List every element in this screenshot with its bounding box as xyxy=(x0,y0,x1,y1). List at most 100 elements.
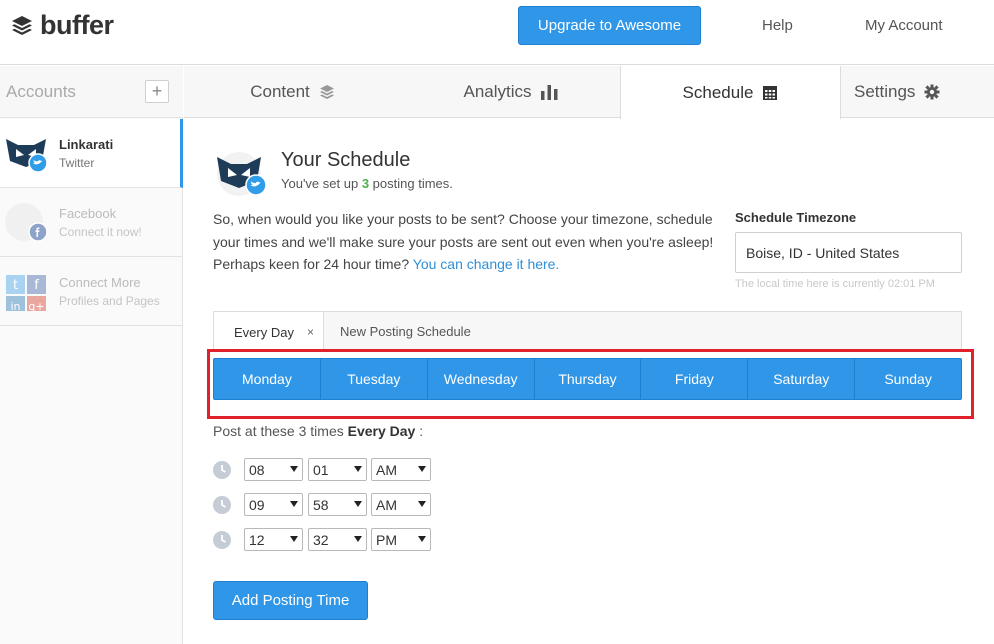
schedule-intro: So, when would you like your posts to be… xyxy=(213,208,718,276)
chevron-down-icon xyxy=(418,466,426,472)
hour-value: 09 xyxy=(249,496,265,513)
account-connect-hint: Connect it now! xyxy=(59,225,142,239)
add-posting-time-button[interactable]: Add Posting Time xyxy=(213,581,368,620)
accounts-header: Accounts + xyxy=(0,66,183,118)
brand-name: buffer xyxy=(40,10,114,40)
day-button-thursday[interactable]: Thursday xyxy=(535,359,642,399)
sidebar-item-linkarati[interactable]: Linkarati Twitter xyxy=(0,119,183,188)
timezone-label: Schedule Timezone xyxy=(735,210,857,225)
day-button-tuesday[interactable]: Tuesday xyxy=(321,359,428,399)
hour-select[interactable]: 12 xyxy=(244,528,303,551)
hour-select[interactable]: 08 xyxy=(244,458,303,481)
day-button-monday[interactable]: Monday xyxy=(214,359,321,399)
clock-icon[interactable] xyxy=(213,531,231,549)
posting-count: 3 xyxy=(361,176,370,191)
minute-select[interactable]: 58 xyxy=(308,493,367,516)
summary-suffix: posting times. xyxy=(372,176,453,191)
chevron-down-icon xyxy=(418,536,426,542)
chevron-down-icon xyxy=(354,536,362,542)
sidebar-item-facebook[interactable]: Facebook Connect it now! xyxy=(0,188,183,257)
chevron-down-icon xyxy=(354,501,362,507)
schedule-tab-every-day[interactable]: Every Day × xyxy=(214,312,324,352)
chevron-down-icon xyxy=(290,501,298,507)
ampm-select[interactable]: AM xyxy=(371,458,431,481)
svg-text:t: t xyxy=(13,278,18,293)
ampm-select[interactable]: AM xyxy=(371,493,431,516)
account-network: Twitter xyxy=(59,156,95,170)
posting-schedule-tabs: Every Day × New Posting Schedule xyxy=(213,311,962,352)
tab-label: Schedule xyxy=(682,82,754,102)
tab-settings[interactable]: Settings xyxy=(841,66,994,118)
posting-times-label: Post at these 3 times Every Day : xyxy=(213,423,423,439)
schedule-summary: You've set up 3 posting times. xyxy=(281,176,453,191)
top-bar: buffer Upgrade to Awesome Help My Accoun… xyxy=(0,0,994,65)
summary-prefix: You've set up xyxy=(281,176,359,191)
day-button-friday[interactable]: Friday xyxy=(641,359,749,399)
social-networks-icon: t f in g+ xyxy=(6,275,46,311)
hour-value: 12 xyxy=(249,531,265,548)
minute-select[interactable]: 01 xyxy=(308,458,367,481)
my-account-link[interactable]: My Account xyxy=(865,17,943,34)
chevron-down-icon xyxy=(290,536,298,542)
account-name: Connect More xyxy=(59,275,141,290)
timezone-input[interactable]: Boise, ID - United States xyxy=(735,232,962,273)
clock-icon[interactable] xyxy=(213,496,231,514)
tab-label: Analytics xyxy=(463,82,532,101)
time-row: 12 32 PM xyxy=(213,528,453,552)
tab-label: Settings xyxy=(854,82,916,101)
change-hour-format-link[interactable]: You can change it here. xyxy=(413,256,560,272)
hour-format-prompt: Perhaps keen for 24 hour time? xyxy=(213,256,410,272)
add-account-button[interactable]: + xyxy=(145,80,169,103)
ampm-value: AM xyxy=(376,461,397,478)
account-name: Linkarati xyxy=(59,137,114,152)
day-button-sunday[interactable]: Sunday xyxy=(855,359,961,399)
svg-text:f: f xyxy=(34,278,39,293)
minute-value: 58 xyxy=(313,496,329,513)
gear-icon xyxy=(924,84,940,100)
new-posting-schedule-tab[interactable]: New Posting Schedule xyxy=(340,312,471,351)
close-icon[interactable]: × xyxy=(307,325,314,339)
day-selector: Monday Tuesday Wednesday Thursday Friday… xyxy=(213,358,962,400)
tab-analytics[interactable]: Analytics xyxy=(401,66,620,118)
sidebar-item-connect-more[interactable]: t f in g+ Connect More Profiles and Page… xyxy=(0,257,183,326)
schedule-tab-label: Every Day xyxy=(234,324,294,340)
help-link[interactable]: Help xyxy=(762,17,793,34)
posting-times-suffix: : xyxy=(419,423,424,439)
chevron-down-icon xyxy=(354,466,362,472)
hour-value: 08 xyxy=(249,461,265,478)
minute-value: 01 xyxy=(313,461,329,478)
minute-value: 32 xyxy=(313,531,329,548)
tab-schedule[interactable]: Schedule xyxy=(620,66,841,119)
bar-chart-icon xyxy=(540,84,558,100)
account-sub: Profiles and Pages xyxy=(59,294,160,308)
chevron-down-icon xyxy=(418,501,426,507)
intro-text: So, when would you like your posts to be… xyxy=(213,211,714,250)
posting-times-prefix: Post at these 3 times xyxy=(213,423,344,439)
buffer-logo-icon xyxy=(12,15,32,35)
local-time-note: The local time here is currently 02:01 P… xyxy=(735,278,935,290)
buffer-logo[interactable]: buffer xyxy=(10,10,114,41)
svg-text:in: in xyxy=(10,300,20,311)
time-row: 08 01 AM xyxy=(213,458,453,482)
svg-text:g+: g+ xyxy=(28,300,44,311)
day-button-saturday[interactable]: Saturday xyxy=(748,359,856,399)
upgrade-button[interactable]: Upgrade to Awesome xyxy=(518,6,701,45)
tab-label: Content xyxy=(250,82,310,101)
ampm-select[interactable]: PM xyxy=(371,528,431,551)
time-row: 09 58 AM xyxy=(213,493,453,517)
tab-content[interactable]: Content xyxy=(184,66,401,118)
clock-icon[interactable] xyxy=(213,461,231,479)
chevron-down-icon xyxy=(290,466,298,472)
main-tabs: Content Analytics Schedule Settings xyxy=(184,66,994,119)
minute-select[interactable]: 32 xyxy=(308,528,367,551)
hour-select[interactable]: 09 xyxy=(244,493,303,516)
account-name: Facebook xyxy=(59,206,117,221)
profile-avatar xyxy=(217,152,267,196)
day-button-wednesday[interactable]: Wednesday xyxy=(428,359,535,399)
accounts-title: Accounts xyxy=(6,82,76,101)
calendar-icon xyxy=(762,85,778,101)
ampm-value: PM xyxy=(376,531,397,548)
posting-times-day: Every Day xyxy=(347,423,416,439)
owl-avatar-icon xyxy=(6,139,48,173)
layers-icon xyxy=(319,84,335,100)
